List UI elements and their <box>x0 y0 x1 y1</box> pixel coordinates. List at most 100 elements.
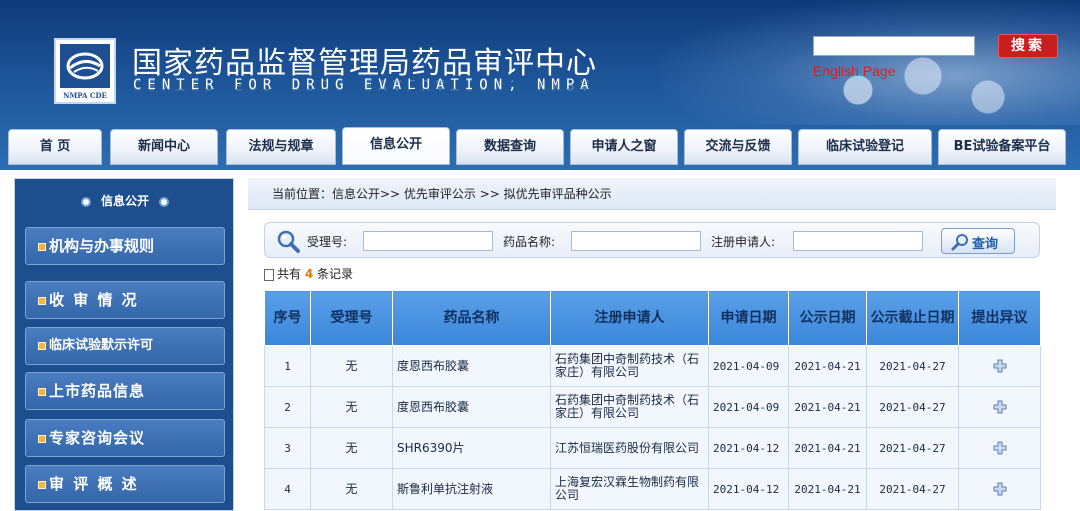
cell-applicant: 江苏恒瑞医药股份有限公司 <box>550 427 709 469</box>
sidebar-item-label: 临床试验默示许可 <box>49 338 154 353</box>
query-button-label: 查询 <box>972 237 999 252</box>
bullet-dot-icon <box>80 196 91 207</box>
applicant-label: 注册申请人: <box>711 235 776 249</box>
cell-pub-date: 2021-04-21 <box>788 427 867 469</box>
sidebar-item-review-overview[interactable]: 审 评 概 述 <box>25 465 225 503</box>
sidebar-item-marketed-drugs[interactable]: 上市药品信息 <box>25 372 225 410</box>
col-header-apply-date: 申请日期 <box>708 290 789 346</box>
cell-objection <box>958 386 1041 428</box>
cell-deadline: 2021-04-27 <box>866 345 959 387</box>
accept-no-input[interactable] <box>363 231 493 251</box>
drug-name-input[interactable] <box>571 231 701 251</box>
accept-no-label: 受理号: <box>307 235 348 249</box>
sidebar-item-acceptance[interactable]: 收 审 情 况 <box>25 281 225 319</box>
site-search-button[interactable]: 搜索 <box>998 34 1058 58</box>
table-row: 1 无 度恩西布胶囊 石药集团中奇制药技术（石家庄）有限公司 2021-04-0… <box>264 345 1041 387</box>
count-suffix: 条记录 <box>317 267 354 281</box>
col-header-applicant: 注册申请人 <box>550 290 709 346</box>
cell-no: 3 <box>264 427 311 469</box>
cell-objection <box>958 427 1041 469</box>
query-magnifier-icon <box>951 234 968 251</box>
cell-accept-no: 无 <box>310 345 393 387</box>
cell-drug: 度恩西布胶囊 <box>392 386 551 428</box>
logo-emblem-icon <box>60 44 110 88</box>
cell-apply-date: 2021-04-09 <box>708 345 789 387</box>
main-nav: 首 页 新闻中心 法规与规章 信息公开 数据查询 申请人之窗 交流与反馈 临床试… <box>0 127 1080 167</box>
cell-deadline: 2021-04-27 <box>866 427 959 469</box>
cell-objection <box>958 468 1041 510</box>
col-header-pub-date: 公示日期 <box>788 290 867 346</box>
drug-name-label: 药品名称: <box>503 235 556 249</box>
square-bullet-icon <box>38 341 46 350</box>
nav-tab-home[interactable]: 首 页 <box>8 129 102 165</box>
sidebar-item-label: 机构与办事规则 <box>49 237 155 255</box>
sidebar-item-label: 专家咨询会议 <box>49 429 146 447</box>
nav-tab-news[interactable]: 新闻中心 <box>110 129 218 165</box>
square-bullet-icon <box>38 480 46 489</box>
table-header-row: 序号 受理号 药品名称 注册申请人 申请日期 公示日期 公示截止日期 提出异议 <box>264 290 1041 346</box>
nav-tab-applicant-window[interactable]: 申请人之窗 <box>570 129 678 165</box>
square-bullet-icon <box>38 434 46 443</box>
cell-pub-date: 2021-04-21 <box>788 345 867 387</box>
cell-no: 1 <box>264 345 311 387</box>
col-header-deadline: 公示截止日期 <box>866 290 959 346</box>
site-title-cn: 国家药品监督管理局药品审评中心 <box>132 46 597 81</box>
cell-drug: 度恩西布胶囊 <box>392 345 551 387</box>
cell-deadline: 2021-04-27 <box>866 386 959 428</box>
sidebar-item-label: 审 评 概 述 <box>49 475 139 493</box>
count-prefix: 共有 <box>277 267 302 281</box>
cell-objection <box>958 345 1041 387</box>
site-logo[interactable]: NMPA CDE <box>54 38 116 104</box>
sidebar-item-clinical-permit[interactable]: 临床试验默示许可 <box>25 327 225 365</box>
nav-tab-data-query[interactable]: 数据查询 <box>456 129 564 165</box>
cell-applicant: 上海复宏汉霖生物制药有限公司 <box>550 468 709 510</box>
cell-drug: 斯鲁利单抗注射液 <box>392 468 551 510</box>
cell-no: 4 <box>264 468 311 510</box>
cell-apply-date: 2021-04-12 <box>708 427 789 469</box>
site-search-input[interactable] <box>813 36 975 56</box>
main-content: 当前位置：信息公开>> 优先审评公示 >> 拟优先审评品种公示 受理号: 药品名… <box>248 178 1056 511</box>
results-table: 序号 受理号 药品名称 注册申请人 申请日期 公示日期 公示截止日期 提出异议 … <box>264 290 1041 510</box>
nav-tab-regulations[interactable]: 法规与规章 <box>226 129 336 165</box>
nav-tab-feedback[interactable]: 交流与反馈 <box>684 129 792 165</box>
cell-pub-date: 2021-04-21 <box>788 386 867 428</box>
cell-deadline: 2021-04-27 <box>866 468 959 510</box>
sidebar: 信息公开 机构与办事规则 收 审 情 况 临床试验默示许可 上市药品信息 专家咨… <box>14 178 234 511</box>
bullet-dot-icon <box>159 196 169 207</box>
header-pills-decoration <box>780 48 1040 118</box>
cell-accept-no: 无 <box>310 427 393 469</box>
sidebar-item-label: 收 审 情 况 <box>49 291 139 309</box>
col-header-no: 序号 <box>264 290 311 346</box>
nav-tab-info-disclosure[interactable]: 信息公开 <box>342 127 450 165</box>
document-icon <box>264 268 274 281</box>
col-header-objection: 提出异议 <box>958 290 1041 346</box>
logo-caption: NMPA CDE <box>63 91 107 100</box>
table-row: 2 无 度恩西布胶囊 石药集团中奇制药技术（石家庄）有限公司 2021-04-0… <box>264 386 1041 428</box>
cell-drug: SHR6390片 <box>392 427 551 469</box>
query-button[interactable]: 查询 <box>941 228 1015 254</box>
nav-tab-be-trial[interactable]: BE试验备案平台 <box>938 129 1066 165</box>
col-header-accept-no: 受理号 <box>310 290 393 346</box>
sidebar-title-text: 信息公开 <box>100 194 149 208</box>
count-number: 4 <box>304 267 314 281</box>
applicant-input[interactable] <box>793 231 923 251</box>
plus-icon[interactable] <box>993 482 1007 496</box>
sidebar-item-expert-meeting[interactable]: 专家咨询会议 <box>25 419 225 457</box>
cell-accept-no: 无 <box>310 468 393 510</box>
table-row: 4 无 斯鲁利单抗注射液 上海复宏汉霖生物制药有限公司 2021-04-12 2… <box>264 468 1041 510</box>
plus-icon[interactable] <box>993 441 1007 455</box>
plus-icon[interactable] <box>993 400 1007 414</box>
cell-apply-date: 2021-04-09 <box>708 386 789 428</box>
english-page-link[interactable]: English Page <box>813 63 896 79</box>
site-title-en-reflection: CENTER FOR DRUG EVALUATION, NMPA <box>133 80 595 92</box>
nav-tab-clinical-trial[interactable]: 临床试验登记 <box>798 129 932 165</box>
table-row: 3 无 SHR6390片 江苏恒瑞医药股份有限公司 2021-04-12 202… <box>264 427 1041 469</box>
plus-icon[interactable] <box>993 359 1007 373</box>
cell-apply-date: 2021-04-12 <box>708 468 789 510</box>
sidebar-title: 信息公开 <box>15 191 235 211</box>
cell-applicant: 石药集团中奇制药技术（石家庄）有限公司 <box>550 345 709 387</box>
breadcrumb: 当前位置：信息公开>> 优先审评公示 >> 拟优先审评品种公示 <box>248 178 1056 210</box>
sidebar-item-org-rules[interactable]: 机构与办事规则 <box>25 227 225 265</box>
square-bullet-icon <box>38 387 46 396</box>
magnifier-icon <box>277 230 300 253</box>
